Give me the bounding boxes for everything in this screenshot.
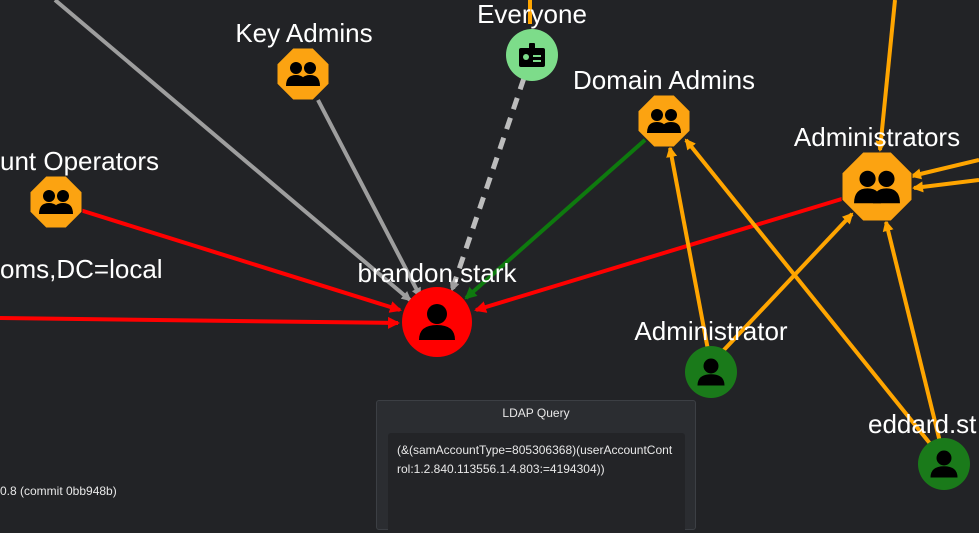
edges — [0, 0, 979, 448]
ldap-query-text[interactable]: (&(samAccountType=805306368)(userAccount… — [388, 433, 685, 533]
edge-ou-to-brandon[interactable] — [0, 316, 400, 329]
edge-offscreen-to-administrators-c[interactable] — [912, 178, 979, 193]
ldap-query-title: LDAP Query — [502, 406, 570, 420]
edge-administrators-to-brandon[interactable] — [474, 196, 846, 313]
node-everyone[interactable]: Everyone — [477, 0, 587, 81]
node-label-key-admins: Key Admins — [235, 18, 372, 48]
version-label: 0.8 (commit 0bb948b) — [0, 484, 117, 498]
group-node-shape — [29, 175, 83, 229]
node-key-admins[interactable]: Key Admins — [235, 18, 373, 101]
node-domain-admins[interactable]: Domain Admins — [573, 65, 755, 148]
node-eddard-stark[interactable]: eddard.st — [868, 409, 977, 490]
group-node-shape — [841, 151, 913, 222]
node-label-domain-admins: Domain Admins — [573, 65, 755, 95]
group-node-shape — [637, 94, 691, 148]
node-account-operators[interactable]: unt Operators — [0, 146, 159, 229]
node-brandon-stark[interactable]: brandon.stark — [358, 258, 518, 357]
node-label-administrators: Administrators — [794, 122, 960, 152]
node-label-administrator: Administrator — [634, 316, 787, 346]
edge-offscreen-to-administrators-b[interactable] — [910, 158, 979, 180]
node-label-eddard-stark: eddard.st — [868, 409, 977, 439]
node-administrator[interactable]: Administrator — [634, 316, 788, 398]
node-label-everyone: Everyone — [477, 0, 587, 29]
node-label-account-operators: unt Operators — [0, 146, 159, 176]
node-label-brandon-stark: brandon.stark — [358, 258, 518, 288]
group-node-shape — [276, 47, 330, 101]
node-label-ou: oms,DC=local — [0, 254, 163, 284]
